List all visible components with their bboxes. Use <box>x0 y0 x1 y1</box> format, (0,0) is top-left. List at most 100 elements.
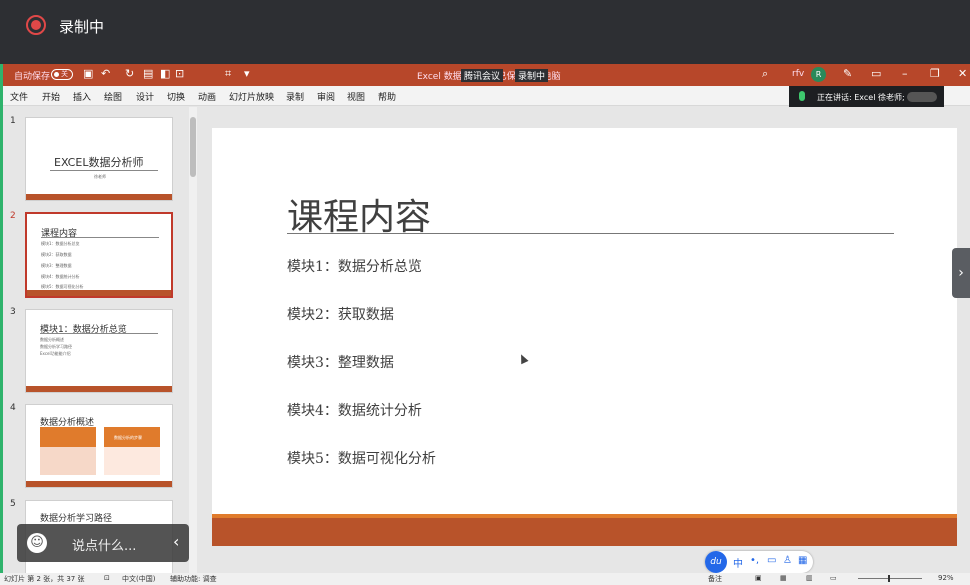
user-initials: rfv <box>792 69 805 79</box>
undo-icon[interactable]: ↶ <box>101 67 110 80</box>
module-item[interactable]: 模块3：整理数据 <box>287 352 394 372</box>
avatar[interactable]: R <box>811 67 826 82</box>
thumb-orange-block <box>40 427 96 447</box>
tab-slideshow[interactable]: 幻灯片放映 <box>229 90 274 103</box>
normal-view-icon[interactable]: ▣ <box>755 574 762 582</box>
ime-language[interactable]: 中 <box>733 555 743 570</box>
sorter-view-icon[interactable]: ▦ <box>780 574 787 582</box>
chat-placeholder: 说点什么... <box>72 539 137 554</box>
ribbon-display-icon[interactable]: ▭ <box>871 67 881 80</box>
thumb-title: 数据分析学习路径 <box>40 514 113 524</box>
close-icon[interactable]: ✕ <box>958 67 967 80</box>
slide-footer-band <box>212 518 957 546</box>
maximize-icon[interactable]: ❐ <box>930 67 940 80</box>
thumbnail-scrollbar[interactable] <box>189 107 197 574</box>
thumb-line: 数据分析学习路径 <box>40 344 72 349</box>
tab-view[interactable]: 视图 <box>347 90 365 103</box>
thumb-line: 模块1：数据分析总览 <box>41 241 80 246</box>
present-icon[interactable]: ▤ <box>143 67 153 80</box>
tab-record[interactable]: 录制 <box>286 90 304 103</box>
thumb-line: Excel功能能介绍 <box>40 351 71 356</box>
language-status[interactable]: 中文(中国) <box>122 574 155 584</box>
status-bar: 幻灯片 第 2 张，共 37 张 ⊡ 中文(中国) 辅助功能: 调查 备注 ▣ … <box>0 573 970 585</box>
speaking-indicator: 正在讲话: Excel 徐老师; <box>789 86 944 108</box>
slide-thumbnails-pane: 1 EXCEL数据分析师 徐老师 2 课程内容 模块1：数据分析总览 模块2：获… <box>3 107 189 584</box>
tab-insert[interactable]: 插入 <box>73 90 91 103</box>
slide-count: 幻灯片 第 2 张，共 37 张 <box>4 575 85 583</box>
powerpoint-window: 自动保存 关 ▣ ↶ ↻ ▤ ◧ ⊡ ⌗ ▾ Excel 数据分析师 - 已保存… <box>0 64 970 585</box>
ime-user-icon[interactable]: ♙ <box>783 555 792 566</box>
format-icon[interactable]: ⊡ <box>175 67 184 80</box>
ime-logo-icon[interactable]: du <box>705 551 727 573</box>
thumb-line: 模块2：获取数据 <box>41 252 72 257</box>
tab-help[interactable]: 帮助 <box>378 90 396 103</box>
reading-view-icon[interactable]: ▥ <box>806 574 813 582</box>
search-icon[interactable]: ⌕ <box>762 67 768 81</box>
tab-review[interactable]: 审阅 <box>317 90 335 103</box>
tab-file[interactable]: 文件 <box>10 90 28 103</box>
autosave-state: 关 <box>61 70 68 78</box>
tab-transitions[interactable]: 切换 <box>167 90 185 103</box>
pen-icon[interactable]: ✎ <box>843 67 852 80</box>
zoom-slider-handle[interactable] <box>888 575 890 582</box>
module-item[interactable]: 模块2：获取数据 <box>287 304 394 324</box>
zoom-slider[interactable] <box>858 575 922 582</box>
thumb-band <box>26 194 172 200</box>
thumb-box-title: 数据分析的步骤 <box>114 435 142 440</box>
recording-bar: 录制中 <box>0 0 970 64</box>
current-slide[interactable]: 课程内容 模块1：数据分析总览 模块2：获取数据 模块3：整理数据 模块4：数据… <box>212 128 957 546</box>
thumbnail-slide-1[interactable]: EXCEL数据分析师 徐老师 <box>25 117 173 201</box>
thumb-line: 数据分析概述 <box>40 337 64 342</box>
ime-grid-icon[interactable]: ▦ <box>798 555 807 566</box>
module-item[interactable]: 模块1：数据分析总览 <box>287 256 422 276</box>
thumb-divider <box>40 333 158 334</box>
tab-home[interactable]: 开始 <box>42 90 60 103</box>
thumb-band <box>26 386 172 392</box>
save-icon[interactable]: ▣ <box>83 67 93 80</box>
minimize-icon[interactable]: – <box>902 67 908 80</box>
more-icon[interactable]: ▾ <box>244 67 250 80</box>
zoom-level[interactable]: 92% <box>938 574 954 582</box>
thumb-steps-block: 数据分析的步骤 <box>104 427 160 475</box>
thumb-number: 1 <box>10 116 16 126</box>
tab-design[interactable]: 设计 <box>136 90 154 103</box>
chevron-right-icon: › <box>958 265 964 281</box>
thumb-divider <box>41 237 159 238</box>
thumbnail-slide-3[interactable]: 模块1：数据分析总览 数据分析概述 数据分析学习路径 Excel功能能介绍 <box>25 309 173 393</box>
expand-panel-button[interactable]: › <box>952 248 970 298</box>
thumb-number: 2 <box>10 211 16 221</box>
chat-input-overlay[interactable]: ☺ 说点什么... ‹ <box>17 524 189 562</box>
tab-animations[interactable]: 动画 <box>198 90 216 103</box>
recording-label: 录制中 <box>59 18 105 36</box>
record-icon[interactable] <box>26 15 46 35</box>
thumb-title: EXCEL数据分析师 <box>54 156 144 169</box>
title-underline <box>287 233 894 234</box>
emoji-icon[interactable]: ☺ <box>27 533 47 553</box>
spellcheck-icon[interactable]: ⊡ <box>104 574 110 582</box>
shape-icon[interactable]: ◧ <box>160 67 170 80</box>
ime-keyboard-icon[interactable]: ▭ <box>767 555 776 566</box>
thumb-text-block <box>40 427 96 475</box>
microphone-icon <box>799 91 805 101</box>
chevron-left-icon[interactable]: ‹ <box>173 532 179 551</box>
notes-button[interactable]: 备注 <box>708 574 722 584</box>
redo-icon[interactable]: ↻ <box>125 67 134 80</box>
scrollbar-thumb[interactable] <box>190 117 196 177</box>
thumbnail-slide-2[interactable]: 课程内容 模块1：数据分析总览 模块2：获取数据 模块3：整理数据 模块4：数据… <box>25 212 173 298</box>
thumb-subtitle: 徐老师 <box>94 174 106 179</box>
ime-punct-icon[interactable]: •, <box>750 555 759 566</box>
thumbnail-slide-4[interactable]: 数据分析概述 数据分析的步骤 <box>25 404 173 488</box>
title-bar: 自动保存 关 ▣ ↶ ↻ ▤ ◧ ⊡ ⌗ ▾ Excel 数据分析师 - 已保存… <box>3 64 970 86</box>
module-item[interactable]: 模块4：数据统计分析 <box>287 400 422 420</box>
tab-draw[interactable]: 绘图 <box>104 90 122 103</box>
slideshow-view-icon[interactable]: ▭ <box>830 574 837 582</box>
thumb-number: 5 <box>10 499 16 509</box>
thumb-number: 4 <box>10 403 16 413</box>
module-item[interactable]: 模块5：数据可视化分析 <box>287 448 436 468</box>
accessibility-status[interactable]: 辅助功能: 调查 <box>170 574 217 584</box>
ime-toolbar[interactable]: du 中 •, ▭ ♙ ▦ <box>705 551 813 573</box>
thumb-divider <box>50 170 158 171</box>
slide-editor: 课程内容 模块1：数据分析总览 模块2：获取数据 模块3：整理数据 模块4：数据… <box>197 107 970 574</box>
crop-icon[interactable]: ⌗ <box>225 67 231 81</box>
thumb-band <box>26 481 172 487</box>
